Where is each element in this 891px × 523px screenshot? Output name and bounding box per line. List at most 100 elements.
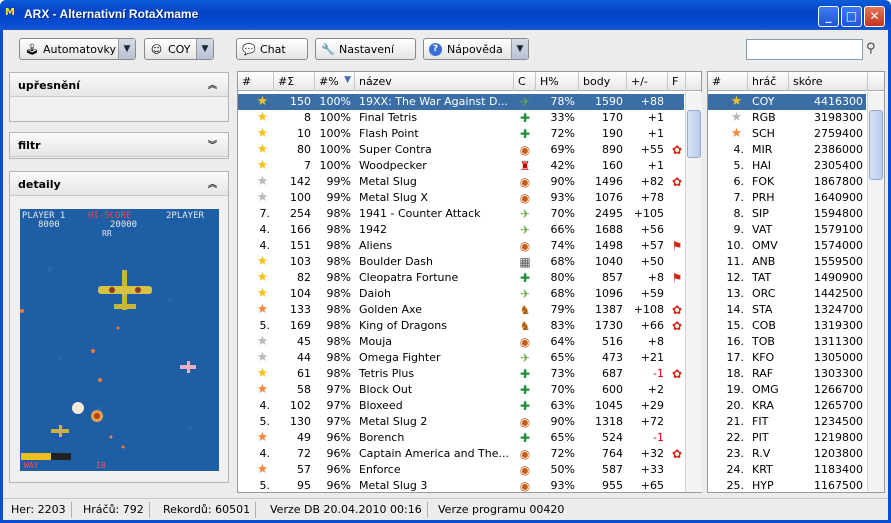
table-row[interactable]: 9. VAT 1579100 xyxy=(708,222,866,238)
col-flag-header[interactable]: F xyxy=(668,72,686,91)
mode-dropdown[interactable]: 🕹 Automatovky ▼ xyxy=(19,38,136,60)
minimize-button[interactable]: _ xyxy=(818,6,839,27)
col-rank-header[interactable]: # xyxy=(708,72,748,91)
table-row[interactable]: ★ 150 100% 19XX: The War Against D... ✈ 78% 15… xyxy=(238,94,684,110)
player-name-cell[interactable]: COY xyxy=(748,94,789,110)
table-row[interactable]: ★ COY 4416300 xyxy=(708,94,866,110)
table-row[interactable]: ★ 7 100% Woodpecker ♜ 42% 160 +1 xyxy=(238,158,684,174)
table-row[interactable]: 21. FIT 1234500 xyxy=(708,414,866,430)
game-name-cell[interactable]: Daioh xyxy=(355,286,514,302)
player-name-cell[interactable]: ORC xyxy=(748,286,789,302)
player-name-cell[interactable]: RGB xyxy=(748,110,789,126)
table-row[interactable]: 5. 95 96% Metal Slug 3 ◉ 93% 955 +65 xyxy=(238,478,684,494)
table-row[interactable]: 6. FOK 1867800 xyxy=(708,174,866,190)
col-diff-header[interactable]: +/- xyxy=(627,72,668,91)
table-row[interactable]: ★ 57 96% Enforce ◉ 50% 587 +33 xyxy=(238,462,684,478)
game-name-cell[interactable]: Omega Fighter xyxy=(355,350,514,366)
table-row[interactable]: 5. 130 97% Metal Slug 2 ◉ 90% 1318 +72 xyxy=(238,414,684,430)
search-input[interactable] xyxy=(746,39,863,60)
table-row[interactable]: 8. SIP 1594800 xyxy=(708,206,866,222)
table-row[interactable]: ★ 142 99% Metal Slug ◉ 90% 1496 +82 ✿ xyxy=(238,174,684,190)
table-row[interactable]: ★ 61 98% Tetris Plus ✚ 73% 687 -1 ✿ xyxy=(238,366,684,382)
maximize-button[interactable]: □ xyxy=(841,6,862,27)
chat-button[interactable]: 💬 Chat xyxy=(236,38,308,60)
chevron-down-icon[interactable]: ︾ xyxy=(208,138,217,151)
table-row[interactable]: ★ 44 98% Omega Fighter ✈ 65% 473 +21 xyxy=(238,350,684,366)
table-row[interactable]: ★ 103 98% Boulder Dash ▦ 68% 1040 +50 xyxy=(238,254,684,270)
table-row[interactable]: 5. HAI 2305400 xyxy=(708,158,866,174)
table-row[interactable]: 24. KRT 1183400 xyxy=(708,462,866,478)
table-row[interactable]: ★ 8 100% Final Tetris ✚ 33% 170 +1 xyxy=(238,110,684,126)
col-control-header[interactable]: C xyxy=(514,72,536,91)
game-name-cell[interactable]: Final Tetris xyxy=(355,110,514,126)
game-name-cell[interactable]: Tetris Plus xyxy=(355,366,514,382)
player-name-cell[interactable]: STA xyxy=(748,302,789,318)
table-row[interactable]: ★ 133 98% Golden Axe ♞ 79% 1387 +108 ✿ xyxy=(238,302,684,318)
table-row[interactable]: 25. HYP 1167500 xyxy=(708,478,866,494)
players-scrollbar[interactable] xyxy=(867,92,884,492)
game-name-cell[interactable]: Captain America and The... xyxy=(355,446,514,462)
settings-button[interactable]: 🔧 Nastavení xyxy=(315,38,416,60)
game-name-cell[interactable]: Flash Point xyxy=(355,126,514,142)
table-row[interactable]: ★ 100 99% Metal Slug X ◉ 93% 1076 +78 xyxy=(238,190,684,206)
game-name-cell[interactable]: Borench xyxy=(355,430,514,446)
table-row[interactable]: 20. KRA 1265700 xyxy=(708,398,866,414)
game-name-cell[interactable]: Metal Slug 3 xyxy=(355,478,514,494)
player-name-cell[interactable]: OMG xyxy=(748,382,789,398)
table-row[interactable]: 7. 254 98% 1941 - Counter Attack ✈ 70% 2495 +10… xyxy=(238,206,684,222)
player-name-cell[interactable]: PRH xyxy=(748,190,789,206)
player-name-cell[interactable]: COB xyxy=(748,318,789,334)
chevron-down-icon[interactable]: ▼ xyxy=(118,39,135,59)
table-row[interactable]: 12. TAT 1490900 xyxy=(708,270,866,286)
game-name-cell[interactable]: Boulder Dash xyxy=(355,254,514,270)
chevron-down-icon[interactable]: ▼ xyxy=(196,39,213,59)
player-name-cell[interactable]: TAT xyxy=(748,270,789,286)
col-rank-header[interactable]: # xyxy=(238,72,274,91)
table-row[interactable]: 19. OMG 1266700 xyxy=(708,382,866,398)
player-name-cell[interactable]: R.V xyxy=(748,446,789,462)
game-name-cell[interactable]: 19XX: The War Against D... xyxy=(355,94,514,110)
table-row[interactable]: 4. 72 96% Captain America and The... ◉ 72% 764… xyxy=(238,446,684,462)
table-row[interactable]: ★ 58 97% Block Out ✚ 70% 600 +2 xyxy=(238,382,684,398)
table-row[interactable]: 15. COB 1319300 xyxy=(708,318,866,334)
player-name-cell[interactable]: KFO xyxy=(748,350,789,366)
col-percent-header[interactable]: #% ▼ xyxy=(315,72,355,91)
game-name-cell[interactable]: Cleopatra Fortune xyxy=(355,270,514,286)
player-name-cell[interactable]: OMV xyxy=(748,238,789,254)
player-name-cell[interactable]: KRT xyxy=(748,462,789,478)
player-name-cell[interactable]: HYP xyxy=(748,478,789,494)
table-row[interactable]: ★ 104 98% Daioh ✈ 68% 1096 +59 xyxy=(238,286,684,302)
player-name-cell[interactable]: SIP xyxy=(748,206,789,222)
table-row[interactable]: 22. PIT 1219800 xyxy=(708,430,866,446)
table-row[interactable]: 17. KFO 1305000 xyxy=(708,350,866,366)
close-button[interactable]: ✕ xyxy=(864,6,885,27)
table-row[interactable]: ★ RGB 3198300 xyxy=(708,110,866,126)
player-name-cell[interactable]: VAT xyxy=(748,222,789,238)
table-row[interactable]: 18. RAF 1303300 xyxy=(708,366,866,382)
table-row[interactable]: 16. TOB 1311300 xyxy=(708,334,866,350)
table-row[interactable]: ★ 49 96% Borench ✚ 65% 524 -1 xyxy=(238,430,684,446)
table-row[interactable]: ★ SCH 2759400 xyxy=(708,126,866,142)
chevron-down-icon[interactable]: ▼ xyxy=(511,39,528,59)
table-row[interactable]: 10. OMV 1574000 xyxy=(708,238,866,254)
col-score-header[interactable]: skóre xyxy=(789,72,868,91)
table-row[interactable]: 14. STA 1324700 xyxy=(708,302,866,318)
col-name-header[interactable]: název xyxy=(355,72,514,91)
game-name-cell[interactable]: 1941 - Counter Attack xyxy=(355,206,514,222)
table-row[interactable]: 4. MIR 2386000 xyxy=(708,142,866,158)
table-row[interactable]: 23. R.V 1203800 xyxy=(708,446,866,462)
game-name-cell[interactable]: Super Contra xyxy=(355,142,514,158)
player-name-cell[interactable]: ANB xyxy=(748,254,789,270)
table-row[interactable]: 7. PRH 1640900 xyxy=(708,190,866,206)
player-name-cell[interactable]: FIT xyxy=(748,414,789,430)
search-icon[interactable]: ⚲ xyxy=(866,41,876,56)
game-name-cell[interactable]: Golden Axe xyxy=(355,302,514,318)
game-name-cell[interactable]: 1942 xyxy=(355,222,514,238)
table-row[interactable]: ★ 80 100% Super Contra ◉ 69% 890 +55 ✿ xyxy=(238,142,684,158)
filter-panel-header[interactable]: filtr ︾ xyxy=(10,133,228,157)
player-name-cell[interactable]: FOK xyxy=(748,174,789,190)
table-row[interactable]: ★ 45 98% Mouja ◉ 64% 516 +8 xyxy=(238,334,684,350)
chevron-up-icon[interactable]: ︽ xyxy=(208,177,217,190)
col-hit-header[interactable]: H% xyxy=(536,72,579,91)
game-name-cell[interactable]: King of Dragons xyxy=(355,318,514,334)
